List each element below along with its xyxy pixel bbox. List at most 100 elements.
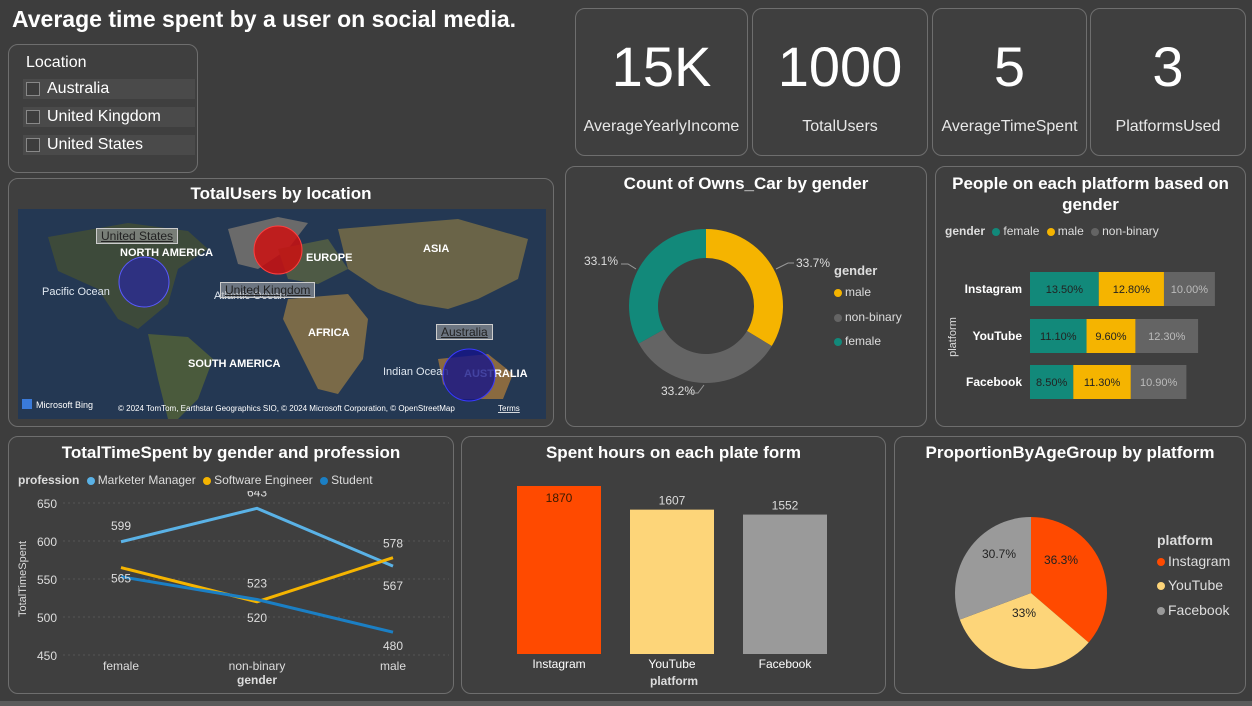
map-view[interactable]: NORTH AMERICA EUROPE ASIA AFRICA SOUTH A… xyxy=(18,209,546,419)
donut-legend-non-binary[interactable]: non-binary xyxy=(830,310,902,324)
slicer-option-label: Australia xyxy=(47,80,110,97)
donut-data-label: 33.7% xyxy=(796,256,830,270)
legend-swatch xyxy=(1157,607,1165,616)
legend-label[interactable]: male xyxy=(1058,224,1084,238)
legend-title: gender xyxy=(945,224,986,238)
bing-label: Microsoft Bing xyxy=(36,400,93,410)
map-attribution: © 2024 TomTom, Earthstar Geographics SIO… xyxy=(118,404,455,413)
data-label: 565 xyxy=(111,572,131,586)
y-tick-label: 650 xyxy=(37,497,57,511)
checkbox[interactable] xyxy=(26,82,40,96)
continent-label: EUROPE xyxy=(306,252,352,264)
line-chart[interactable]: 650 600 550 500 450 TotalTimeSpent female non-b… xyxy=(9,491,453,691)
kpi-card-average-yearly-income[interactable]: 15K AverageYearlyIncome xyxy=(575,8,748,156)
location-tag-australia[interactable]: Australia xyxy=(436,324,493,340)
bar[interactable] xyxy=(630,509,714,654)
location-tag-united-kingdom[interactable]: United Kingdom xyxy=(220,282,316,298)
slicer-option-label: United Kingdom xyxy=(47,108,161,125)
kpi-value: 5 xyxy=(993,35,1026,98)
continent-label: NORTH AMERICA xyxy=(120,247,213,259)
kpi-card-total-users[interactable]: 1000 TotalUsers xyxy=(752,8,928,156)
bing-logo-icon xyxy=(22,399,32,409)
data-label: 523 xyxy=(247,577,267,591)
category-label: YouTube xyxy=(972,329,1022,343)
data-label: 578 xyxy=(383,537,403,551)
legend-label[interactable]: Student xyxy=(331,473,372,487)
checkbox[interactable] xyxy=(26,138,40,152)
donut-slice-non-binary[interactable] xyxy=(638,329,772,383)
legend-label[interactable]: female xyxy=(1003,224,1039,238)
pie-title: ProportionByAgeGroup by platform xyxy=(925,443,1215,462)
kpi-card-average-time-spent[interactable]: 5 AverageTimeSpent xyxy=(932,8,1087,156)
pie-data-label: 36.3% xyxy=(1044,553,1078,567)
data-label: 599 xyxy=(111,519,131,533)
x-tick-label: female xyxy=(103,659,139,673)
segment-data-label: 8.50% xyxy=(1036,377,1067,389)
segment-data-label: 10.90% xyxy=(1140,377,1178,389)
x-tick-label: Instagram xyxy=(532,657,585,671)
category-label: Instagram xyxy=(965,282,1022,296)
data-label: 643 xyxy=(247,491,267,499)
legend-label[interactable]: non-binary xyxy=(1102,224,1159,238)
stacked-axis-label: platform xyxy=(947,317,959,357)
slicer-option-label: United States xyxy=(47,136,144,153)
terms-link[interactable]: Terms xyxy=(498,404,520,413)
bar[interactable] xyxy=(517,486,601,654)
leader-line xyxy=(621,263,637,270)
x-tick-label: Facebook xyxy=(759,657,813,671)
category-label: Facebook xyxy=(966,375,1022,389)
slicer-option-australia[interactable]: Australia xyxy=(23,79,195,99)
legend-swatch xyxy=(320,476,329,485)
legend-swatch xyxy=(992,227,1001,236)
stacked-legend: gender female male non-binary xyxy=(945,224,1159,238)
donut-legend-male[interactable]: male xyxy=(830,285,871,299)
legend-label[interactable]: Software Engineer xyxy=(214,473,313,487)
pie-legend-facebook[interactable]: Facebook xyxy=(1153,602,1229,618)
pie-legend-instagram[interactable]: Instagram xyxy=(1153,553,1230,569)
stacked-bar-chart[interactable]: platform Instagram 13.50% 12.80% 10.00% YouTu… xyxy=(936,247,1247,422)
bottom-scrollbar[interactable] xyxy=(0,701,1252,706)
slicer-option-united-states[interactable]: United States xyxy=(23,135,195,155)
bar-chart[interactable]: 1870 Instagram 1607 YouTube 1552 Facebook plat… xyxy=(462,467,885,692)
donut-data-label: 33.1% xyxy=(584,254,618,268)
y-axis-title: TotalTimeSpent xyxy=(17,541,29,617)
series-line[interactable] xyxy=(120,506,394,568)
pie-data-label: 33% xyxy=(1012,606,1036,620)
legend-swatch xyxy=(1157,582,1165,591)
donut-slice-male[interactable] xyxy=(706,229,783,347)
legend-title: profession xyxy=(18,473,80,487)
x-tick-label: YouTube xyxy=(648,657,695,671)
legend-swatch xyxy=(86,476,95,485)
bubble-united-states[interactable] xyxy=(118,256,170,308)
data-label: 567 xyxy=(383,579,403,593)
pie-legend-youtube[interactable]: YouTube xyxy=(1153,577,1223,593)
location-tag-united-states[interactable]: United States xyxy=(96,228,179,244)
segment-data-label: 12.30% xyxy=(1148,331,1186,343)
legend-label[interactable]: Marketer Manager xyxy=(98,473,196,487)
donut-legend-female[interactable]: female xyxy=(830,334,881,348)
line-title: TotalTimeSpent by gender and profession xyxy=(61,443,401,462)
platform-gender-card: People on each platform based on gender … xyxy=(935,166,1246,427)
kpi-card-platforms-used[interactable]: 3 PlatformsUsed xyxy=(1090,8,1246,156)
stacked-title: People on each platform based on gender xyxy=(952,174,1229,214)
line-chart-card: TotalTimeSpent by gender and profession … xyxy=(8,436,454,694)
data-label: 520 xyxy=(247,611,267,625)
donut-data-label: 33.2% xyxy=(661,384,695,398)
slicer-option-united-kingdom[interactable]: United Kingdom xyxy=(23,107,195,127)
bubble-united-kingdom[interactable] xyxy=(253,225,303,275)
bubble-australia[interactable] xyxy=(442,348,496,402)
pie-data-label: 30.7% xyxy=(982,547,1016,561)
segment-data-label: 11.10% xyxy=(1040,331,1077,343)
segment-data-label: 12.80% xyxy=(1113,284,1151,296)
legend-swatch xyxy=(834,313,842,322)
donut-slice-female[interactable] xyxy=(629,228,706,344)
continent-label: SOUTH AMERICA xyxy=(188,358,281,370)
segment-data-label: 10.00% xyxy=(1171,284,1209,296)
dashboard-title: Average time spent by a user on social m… xyxy=(12,6,517,32)
bar-chart-card: Spent hours on each plate form 1870 Insta… xyxy=(461,436,886,694)
bar[interactable] xyxy=(743,514,827,654)
checkbox[interactable] xyxy=(26,110,40,124)
y-tick-label: 500 xyxy=(37,611,57,625)
legend-label: YouTube xyxy=(1168,577,1224,593)
pie-chart[interactable]: 36.3% 33% 30.7% xyxy=(895,467,1135,692)
